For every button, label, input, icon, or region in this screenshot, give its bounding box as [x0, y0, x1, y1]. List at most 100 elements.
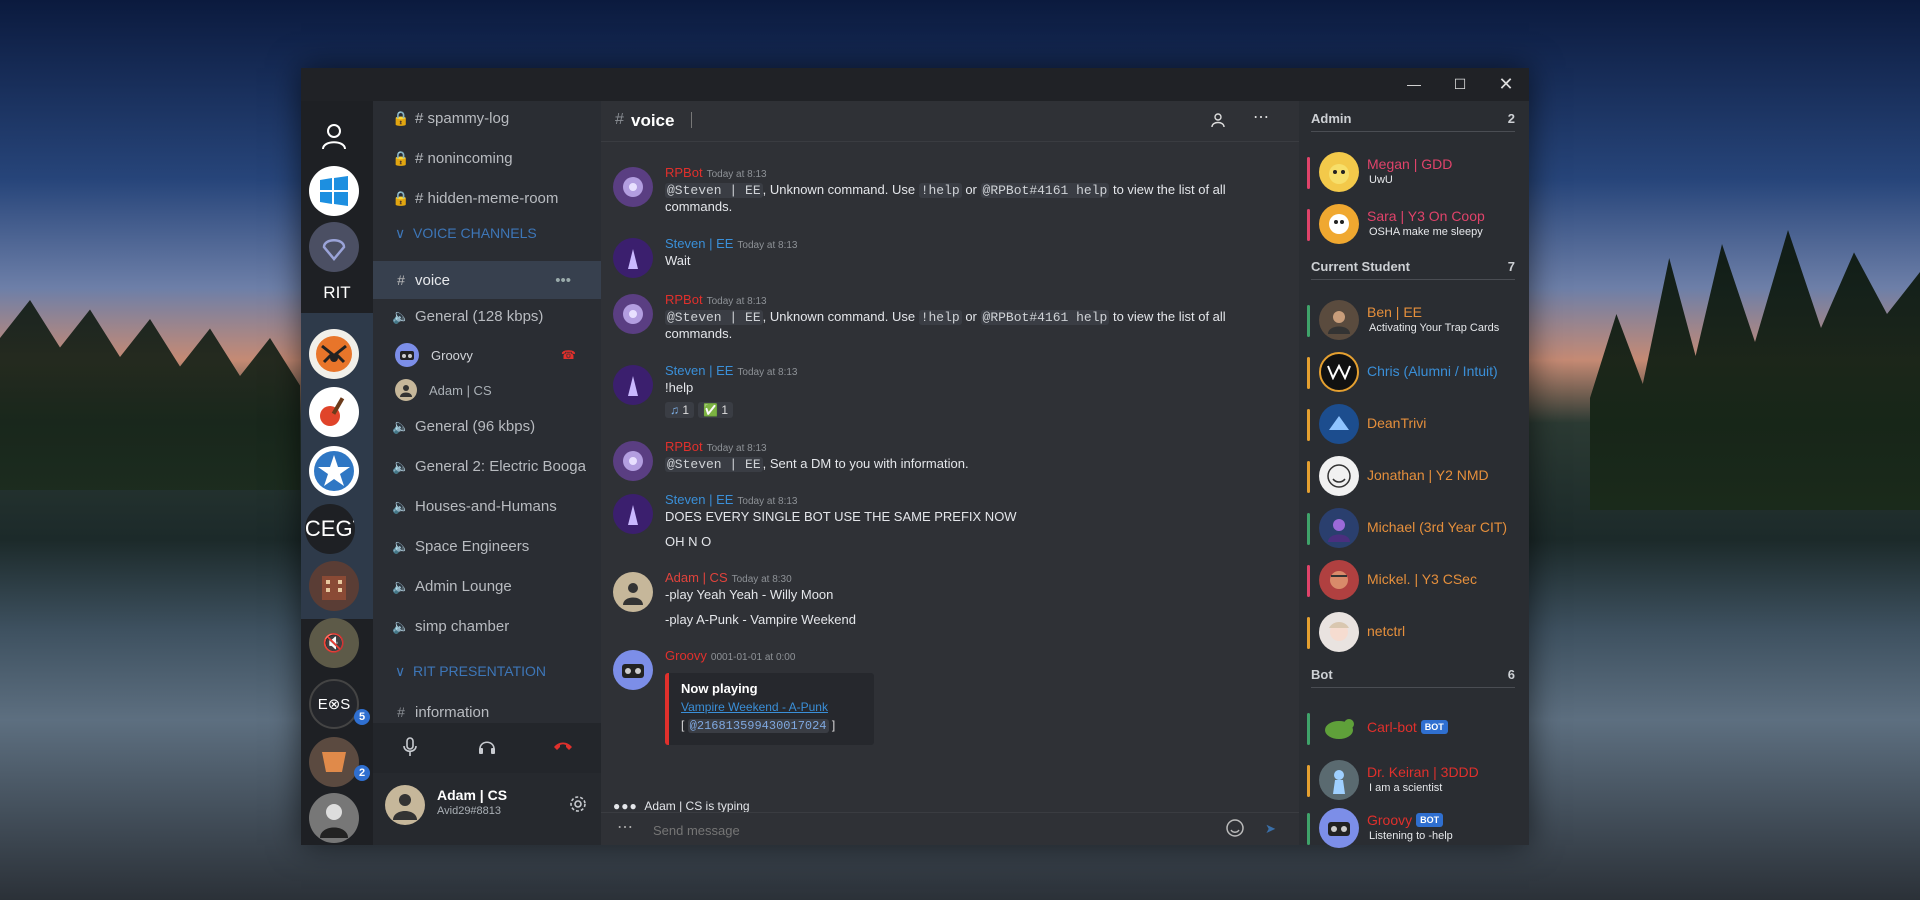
role-count: 7 [1507, 259, 1515, 274]
member-item[interactable]: Jonathan | Y2 NMD [1307, 453, 1517, 501]
channel-general-2[interactable]: 🔈 General 2: Electric Booga [373, 449, 601, 483]
role-name: Bot [1311, 667, 1333, 682]
muted-server-icon-2[interactable] [309, 737, 359, 787]
member-item[interactable]: Groovy BOT Listening to -help [1307, 805, 1517, 853]
author-name[interactable]: RPBot [665, 439, 703, 454]
member-item[interactable]: Ben | EE Activating Your Trap Cards [1307, 297, 1517, 345]
author-name[interactable]: Steven | EE [665, 363, 733, 378]
maximize-button[interactable]: ☐ [1437, 68, 1483, 101]
timestamp: Today at 8:13 [706, 443, 767, 454]
timestamp: Today at 8:13 [737, 496, 798, 507]
speaker-muted-icon: 🔇 [322, 632, 346, 653]
adam-avatar[interactable] [613, 572, 653, 612]
reaction-check[interactable]: ✅ 1 [698, 402, 734, 418]
title-bar: — ☐ ✕ [301, 68, 1529, 101]
member-name-wrap: Carl-bot BOT [1367, 719, 1448, 735]
text-part: , Unknown command. Use [762, 309, 919, 324]
author-name[interactable]: Groovy [665, 648, 707, 663]
message-input[interactable] [651, 819, 1215, 841]
channel-general-96[interactable]: 🔈 General (96 kbps) [373, 409, 601, 443]
star-server-icon[interactable] [309, 446, 359, 496]
channel-space-engineers[interactable]: 🔈 Space Engineers [373, 529, 601, 563]
role-color-bar [1307, 357, 1310, 389]
steven-avatar[interactable] [613, 494, 653, 534]
user-avatar[interactable] [385, 785, 425, 825]
minimize-button[interactable]: — [1391, 68, 1437, 101]
building-server-icon[interactable] [309, 561, 359, 611]
muted-server-icon[interactable]: 🔇 [309, 618, 359, 668]
steven-avatar[interactable] [613, 365, 653, 405]
microphone-icon[interactable] [403, 737, 417, 762]
author-name[interactable]: RPBot [665, 292, 703, 307]
rit-presentation-section[interactable]: ∨ RIT PRESENTATION [395, 663, 546, 680]
portrait-server-icon[interactable] [309, 793, 359, 843]
role-header-admin: Admin 2 [1311, 111, 1515, 132]
steven-avatar[interactable] [613, 238, 653, 278]
member-item[interactable]: Chris (Alumni / Intuit) [1307, 349, 1517, 397]
member-item[interactable]: Megan | GDD UwU [1307, 149, 1517, 197]
member-item[interactable]: netctrl [1307, 609, 1517, 657]
send-icon[interactable]: ➤ [1265, 821, 1276, 837]
member-item[interactable]: Michael (3rd Year CIT) [1307, 505, 1517, 553]
member-item[interactable]: Mickel. | Y3 CSec [1307, 557, 1517, 605]
role-count: 6 [1507, 667, 1515, 682]
channel-label: # hidden-meme-room [415, 189, 559, 207]
member-item[interactable]: Dr. Keiran | 3DDD I am a scientist [1307, 757, 1517, 805]
rpbot-avatar[interactable] [613, 441, 653, 481]
inline-code: !help [918, 310, 962, 325]
role-name: Current Student [1311, 259, 1410, 274]
user-mention[interactable]: @Steven | EE [665, 310, 763, 325]
more-options-icon[interactable]: ⋯ [1253, 107, 1269, 127]
settings-gear-icon[interactable] [569, 795, 587, 818]
rit-folder-label[interactable]: RIT [301, 283, 373, 303]
member-item[interactable]: DeanTrivi [1307, 401, 1517, 449]
message-text: OH N O [665, 534, 712, 549]
voice-user-name: Adam | CS [429, 382, 492, 398]
channel-label: simp chamber [415, 617, 510, 635]
channel-admin-lounge[interactable]: 🔈 Admin Lounge [373, 569, 601, 603]
embed-title: Now playing [681, 681, 758, 696]
windows-server-icon[interactable] [309, 166, 359, 216]
author-name[interactable]: RPBot [665, 165, 703, 180]
rpbot-avatar[interactable] [613, 167, 653, 207]
groovy-avatar[interactable] [613, 650, 653, 690]
channel-general-128[interactable]: 🔈 General (128 kbps) [373, 299, 601, 333]
channel-hidden-meme-room[interactable]: 🔒 # hidden-meme-room [373, 181, 601, 215]
channel-houses-and-humans[interactable]: 🔈 Houses-and-Humans [373, 489, 601, 523]
role-color-bar [1307, 617, 1310, 649]
cegt-server-icon[interactable]: ГСЕGТ [305, 504, 355, 554]
rpbot-avatar[interactable] [613, 294, 653, 334]
guitar-server-icon[interactable] [309, 387, 359, 437]
author-name[interactable]: Adam | CS [665, 570, 728, 585]
channel-spammy-log[interactable]: 🔒 # spammy-log [373, 101, 601, 135]
members-toggle-icon[interactable] [1209, 112, 1225, 133]
rit-tiger-server-icon[interactable] [309, 329, 359, 379]
user-mention[interactable]: @Steven | EE [665, 457, 763, 472]
channel-simp-chamber[interactable]: 🔈 simp chamber [373, 609, 601, 643]
channel-voice[interactable]: # voice ••• [373, 261, 601, 299]
more-actions-icon[interactable]: ⋯ [617, 817, 633, 837]
header-divider [691, 112, 692, 128]
headphones-icon[interactable] [478, 737, 496, 760]
channel-nonincoming[interactable]: 🔒 # nonincoming [373, 141, 601, 175]
role-color-bar [1307, 565, 1310, 597]
author-name[interactable]: Steven | EE [665, 236, 733, 251]
emoji-icon[interactable] [1225, 818, 1245, 843]
channel-label: Space Engineers [415, 537, 530, 555]
gatekeeper-server-icon[interactable] [309, 222, 359, 272]
hash-icon: # [615, 111, 624, 128]
voice-channels-section[interactable]: ∨ VOICE CHANNELS [395, 225, 537, 242]
member-item[interactable]: Carl-bot BOT [1307, 705, 1517, 753]
voice-user-adam[interactable]: Adam | CS [395, 379, 492, 401]
user-mention[interactable]: @Steven | EE [665, 183, 763, 198]
reaction-music[interactable]: ♫ 1 [665, 402, 695, 418]
member-item[interactable]: Sara | Y3 On Coop OSHA make me sleepy [1307, 201, 1517, 249]
author-name[interactable]: Steven | EE [665, 492, 733, 507]
song-link[interactable]: Vampire Weekend - A-Punk [681, 700, 828, 714]
user-profile-icon[interactable] [309, 111, 359, 161]
user-mention[interactable]: @216813599430017024 [687, 719, 829, 733]
voice-user-groovy[interactable]: Groovy [395, 343, 473, 367]
exs-server-icon[interactable]: E⊗S [309, 679, 359, 729]
disconnect-call-icon[interactable] [553, 739, 573, 758]
close-button[interactable]: ✕ [1483, 68, 1529, 101]
